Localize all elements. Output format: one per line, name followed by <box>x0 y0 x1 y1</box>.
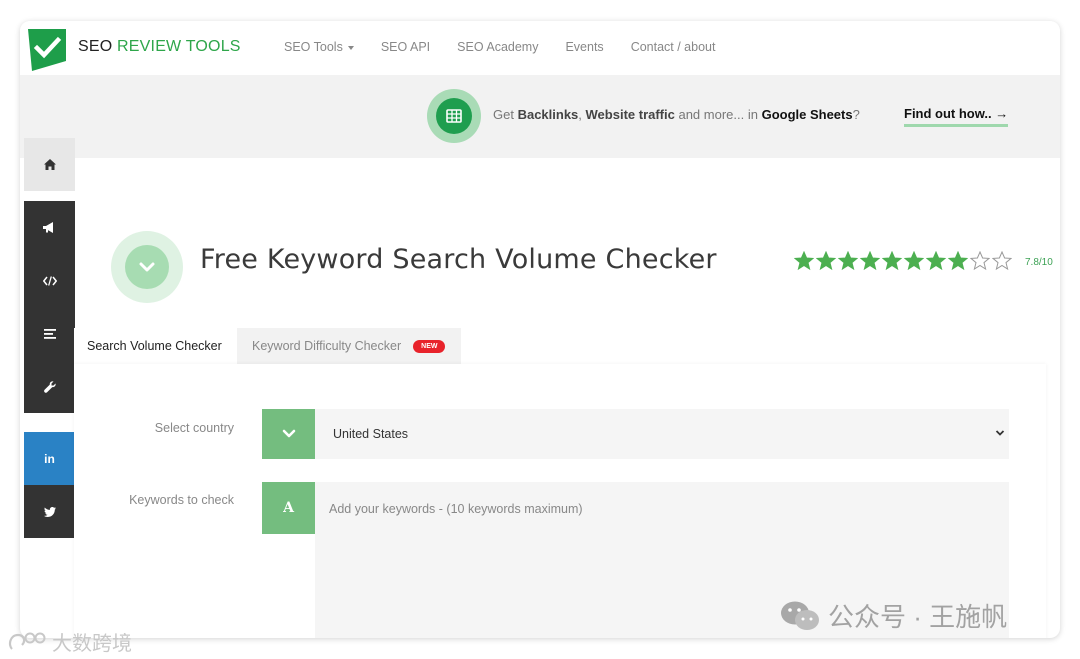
find-out-link[interactable]: Find out how.. → <box>904 106 1009 127</box>
nav-seo-tools[interactable]: SEO Tools <box>284 40 354 54</box>
caret-down-icon <box>347 45 354 50</box>
code-icon <box>42 275 57 286</box>
country-addon <box>262 409 315 459</box>
keywords-label: Keywords to check <box>129 493 234 507</box>
sidebar-marketing-button[interactable] <box>24 201 75 254</box>
linkedin-icon: in <box>44 451 55 466</box>
keywords-addon-icon: A <box>262 482 315 534</box>
star-filled-icon <box>948 251 968 271</box>
tab-search-volume-checker[interactable]: Search Volume Checker <box>74 328 234 364</box>
star-filled-icon <box>860 251 880 271</box>
wrench-icon <box>43 380 56 393</box>
twitter-icon <box>43 506 56 517</box>
sidebar-content-button[interactable] <box>24 307 75 360</box>
sidebar-tools-button[interactable] <box>24 360 75 413</box>
sidebar-code-button[interactable] <box>24 254 75 307</box>
keywords-placeholder: Add your keywords - (10 keywords maximum… <box>329 502 583 516</box>
tab-keyword-difficulty-checker[interactable]: Keyword Difficulty Checker NEW <box>237 328 461 364</box>
star-filled-icon <box>838 251 858 271</box>
promo-banner: Get Backlinks, Website traffic and more.… <box>20 75 1060 158</box>
google-sheets-badge <box>427 89 481 143</box>
chevron-down-icon <box>282 429 295 438</box>
top-navigation: SEO REVIEW TOOLS SEO Tools SEO API SEO A… <box>20 21 1060 75</box>
rating-stars <box>794 251 1012 271</box>
brand-name[interactable]: SEO REVIEW TOOLS <box>78 38 241 56</box>
heading-badge <box>111 231 183 303</box>
star-filled-icon <box>794 251 814 271</box>
wechat-icon <box>781 601 819 630</box>
watermark-logo-icon <box>8 632 46 650</box>
sidebar-linkedin-button[interactable]: in <box>24 432 75 485</box>
dropdown-arrow-icon <box>995 430 1005 436</box>
home-icon <box>43 159 56 170</box>
browser-frame: SEO REVIEW TOOLS SEO Tools SEO API SEO A… <box>20 21 1060 638</box>
nav-seo-api[interactable]: SEO API <box>381 40 430 54</box>
spreadsheet-icon <box>446 109 462 123</box>
main-menu: SEO Tools SEO API SEO Academy Events Con… <box>284 40 742 54</box>
star-filled-icon <box>882 251 902 271</box>
nav-events[interactable]: Events <box>565 40 603 54</box>
chevron-down-icon <box>139 262 155 272</box>
nav-contact-about[interactable]: Contact / about <box>631 40 716 54</box>
new-badge: NEW <box>413 339 446 353</box>
star-empty-icon <box>992 251 1012 271</box>
star-filled-icon <box>904 251 924 271</box>
sidebar-home-button[interactable] <box>24 138 75 191</box>
rating-score: 7.8/10 <box>1025 257 1053 268</box>
wechat-watermark: 公众号 · 王施帆 <box>780 597 1007 634</box>
banner-message: Get Backlinks, Website traffic and more.… <box>493 107 860 122</box>
country-select[interactable]: United States <box>315 409 1009 459</box>
page-title: Free Keyword Search Volume Checker <box>200 244 717 275</box>
star-filled-icon <box>816 251 836 271</box>
megaphone-icon <box>43 222 53 233</box>
nav-seo-academy[interactable]: SEO Academy <box>457 40 538 54</box>
corner-watermark: 大数跨境 <box>8 627 132 656</box>
list-icon <box>43 328 56 339</box>
select-country-label: Select country <box>154 421 234 435</box>
star-filled-icon <box>926 251 946 271</box>
star-empty-icon <box>970 251 990 271</box>
logo-checkmark-icon[interactable] <box>28 29 66 71</box>
